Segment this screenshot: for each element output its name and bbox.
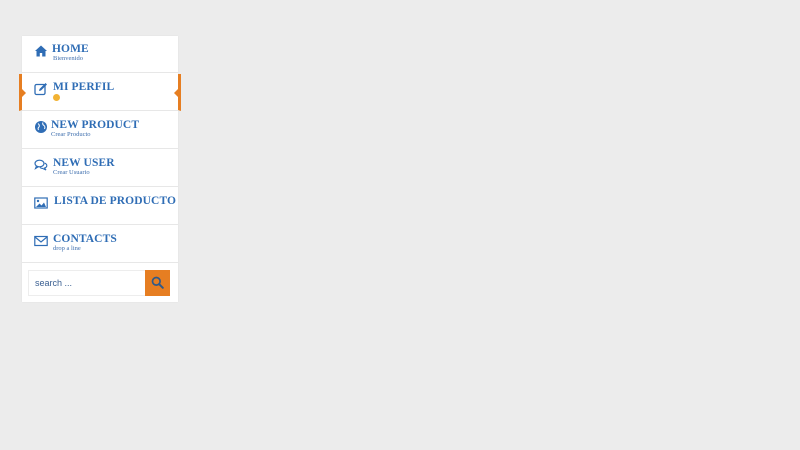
menu-item-label: HOME xyxy=(52,43,89,55)
menu-item-label: NEW USER xyxy=(53,157,115,169)
search-form xyxy=(28,270,170,296)
globe-icon xyxy=(34,120,48,134)
menu-item-home[interactable]: HOME Bienvenido xyxy=(22,36,178,73)
menu-item-sublabel: Bienvenido xyxy=(53,55,83,62)
menu-item-lista-de-producto[interactable]: LISTA DE PRODUCTO xyxy=(22,188,178,225)
menu-item-label: MI PERFIL xyxy=(53,81,115,93)
search-input[interactable] xyxy=(28,270,145,296)
menu-item-label: LISTA DE PRODUCTO xyxy=(54,195,177,207)
envelope-icon xyxy=(34,234,48,248)
side-menu: HOME Bienvenido MI PERFIL NEW PRODUCT Cr… xyxy=(19,36,181,302)
menu-item-label: CONTACTS xyxy=(53,233,117,245)
menu-item-new-product[interactable]: NEW PRODUCT Crear Producto xyxy=(22,112,178,149)
search-icon xyxy=(151,276,164,289)
menu-item-sublabel: Crear Usuario xyxy=(53,169,90,176)
menu-item-new-user[interactable]: NEW USER Crear Usuario xyxy=(22,150,178,187)
menu-item-label: NEW PRODUCT xyxy=(51,119,140,131)
menu-item-mi-perfil[interactable]: MI PERFIL xyxy=(19,74,181,111)
home-icon xyxy=(34,44,48,58)
menu-item-sublabel: drop a line xyxy=(53,245,81,252)
edit-icon xyxy=(34,82,48,96)
image-icon xyxy=(34,196,48,210)
smiley-emoji-icon xyxy=(53,94,60,101)
search-button[interactable] xyxy=(145,270,170,296)
chat-icon xyxy=(34,158,48,172)
menu-item-sublabel: Crear Producto xyxy=(51,131,91,138)
menu-item-contacts[interactable]: CONTACTS drop a line xyxy=(22,226,178,263)
